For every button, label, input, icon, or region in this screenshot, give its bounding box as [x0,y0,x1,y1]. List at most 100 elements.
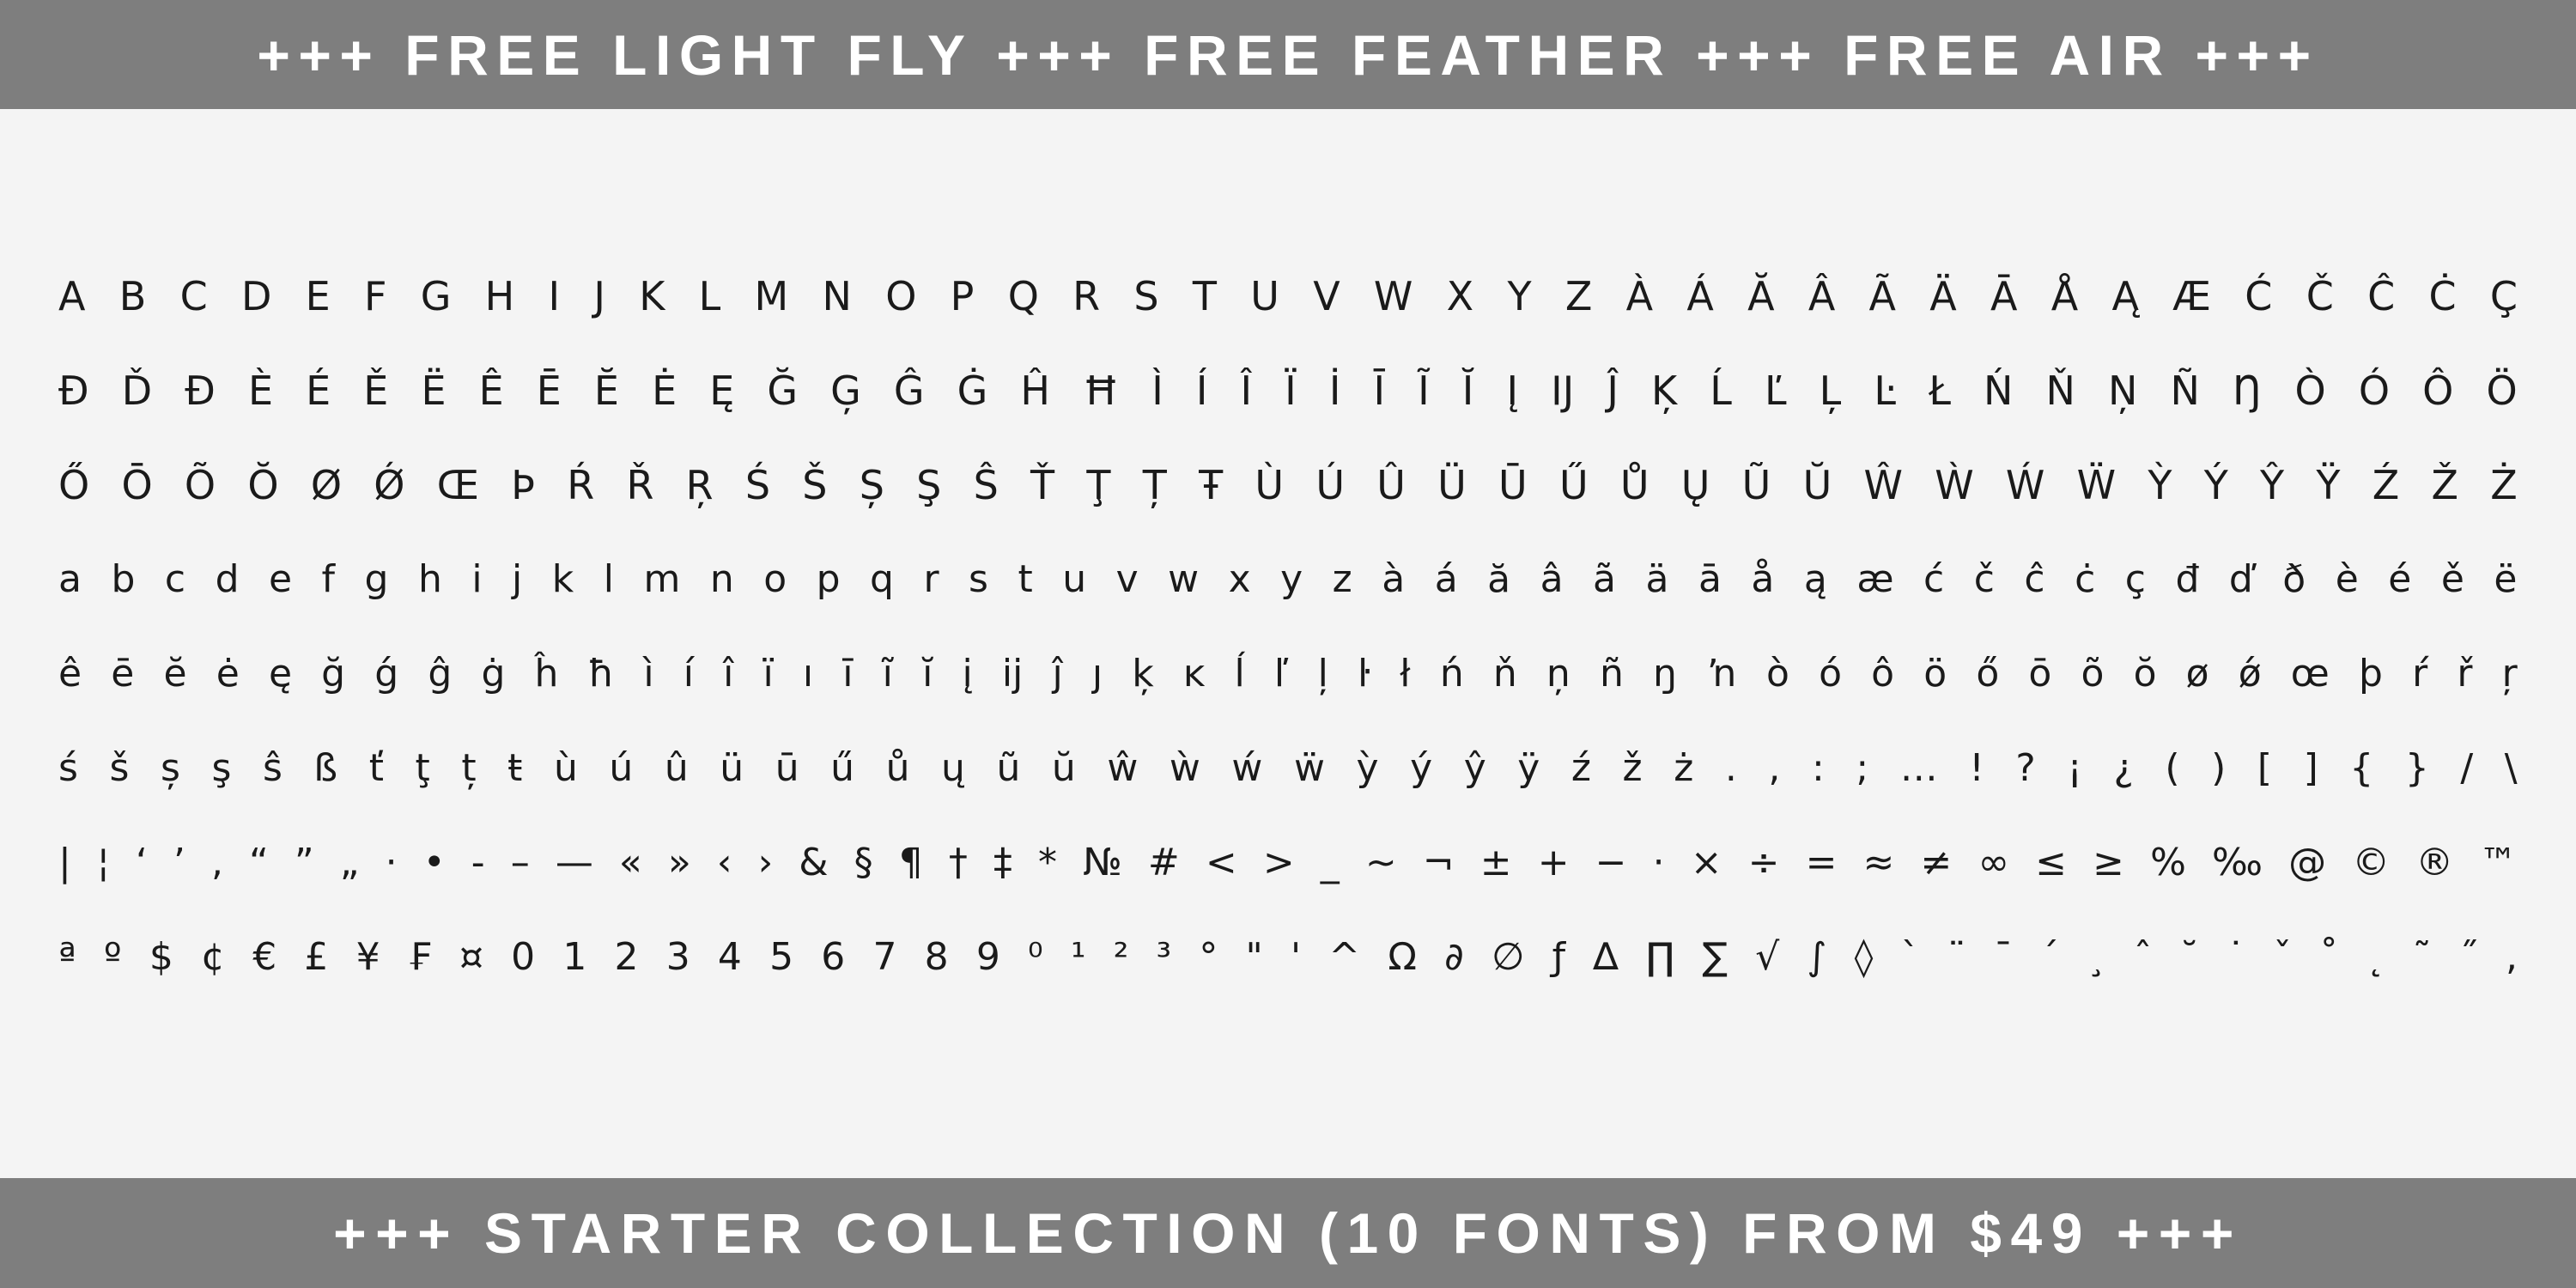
glyph: Į [1506,368,1519,414]
glyph-row-uppercase-1: ABCDEFGHIJKLMNOPQRSTUVWXYZÀÁĂÂÃÄĀÅĄÆĆČĈĊ… [58,258,2518,335]
glyph: £ [304,935,329,979]
glyph: Q [1007,273,1039,319]
glyph: Ì [1151,368,1163,414]
glyph: ∞ [1978,841,2010,884]
glyph: ỳ [1356,746,1379,790]
glyph: Ā [1990,273,2018,319]
glyph: w [1168,557,1200,601]
glyph: € [252,935,277,979]
glyph-row-uppercase-2: ÐĎĐÈÉĚËÊĒĔĖĘĞĢĜĠĤĦÌÍÎÏİĪĨĬĮĲĴĶĹĽĻĿŁŃŇŅÑŊ… [58,352,2518,429]
glyph: ÷ [1747,841,1780,884]
glyph: œ [2290,652,2330,696]
glyph: i [471,557,483,601]
glyph: Ï [1285,368,1297,414]
glyph: § [854,841,873,884]
glyph: Ĉ [2367,273,2396,319]
glyph: ã [1593,557,1617,601]
glyph: ń [1439,652,1464,696]
glyph: ē [111,652,135,696]
glyph: Ļ [1819,368,1842,414]
glyph: Á [1686,273,1714,319]
glyph: ş [211,746,232,790]
glyph: Ź [2372,462,2400,508]
glyph: ( [2165,746,2180,790]
glyph: Ü [1437,462,1467,508]
glyph: ¡ [2067,746,2082,790]
glyph: ; [1856,746,1869,790]
glyph-row-uppercase-3: ŐŌÕŎØǾŒÞŔŘŖŚŠȘŞŜŤŢȚŦÙÚÛÜŪŰŮŲŨŬŴẀẂẄỲÝŶŸŹŽ… [58,447,2518,524]
glyph-row-lowercase-3: ś š ș ş ŝ ß ť ţ ț ŧ ù ú û ü ū ű ů ų ũ ŭ ŵ ẁ ẃ ẅ ỳ ý ŷ ÿ ź ž ż.,:; …!? ¡ ¿… [58,730,2518,807]
glyph: L [698,273,721,319]
glyph: E [305,273,331,319]
glyph: ā [1698,557,1722,601]
glyph: ¯ [1993,935,2013,979]
glyph-row-punctuation: | ¦ ‘’, “” „ · • - – — «» ‹ › & § ¶ † ‡ * № # < > _ ~ ¬ ± + − · × ÷ = ≈ ≠ ∞… [58,824,2518,902]
glyph: √ [1755,935,1780,979]
glyph: ł [1400,652,1411,696]
glyph: ÿ [1517,746,1540,790]
glyph: d [215,557,240,601]
glyph: b [111,557,136,601]
glyph: ≤ [2035,841,2068,884]
glyph: Ẅ [2076,462,2117,508]
glyph: Ŧ [1199,462,1224,508]
glyph: » [667,841,691,884]
glyph: ‹ [716,841,732,884]
glyph: B [118,273,147,319]
glyph: ∏ [1645,935,1675,979]
glyph: ² [1113,935,1129,979]
glyph: Ģ [830,368,861,414]
glyph: Ĳ [1551,368,1575,414]
glyph: x [1228,557,1251,601]
glyph: Ă [1747,273,1775,319]
glyph: ˛ [2366,935,2385,979]
glyph: H [484,273,515,319]
glyph: Ě [363,368,389,414]
glyph: ˇ [2273,935,2293,979]
glyph: ∂ [1444,935,1464,979]
glyph: Â [1807,273,1836,319]
glyph: h [417,557,442,601]
glyph: ] [2303,746,2318,790]
glyph: Ů [1619,462,1649,508]
glyph: ȷ [1091,652,1103,696]
glyph: ũ [996,746,1021,790]
glyph: Ň [2045,368,2075,414]
glyph: ě [2440,557,2464,601]
glyph: ħ [587,652,615,696]
glyph: Ț [1142,462,1167,508]
glyph: Ŕ [567,462,595,508]
glyph: Ê [478,368,504,414]
glyph: ¢ [201,935,226,979]
glyph: Ẃ [2005,462,2045,508]
glyph: î [723,652,734,696]
glyph: Ų [1680,462,1710,508]
glyph: Ľ [1764,368,1787,414]
glyph: Ē [536,368,562,414]
glyph: ≥ [2093,841,2125,884]
glyph: ø [2185,652,2209,696]
glyph: T [1192,273,1217,319]
glyph: ď [2228,557,2253,601]
glyph: " [1245,935,1263,979]
glyph: õ [2081,652,2105,696]
glyph: Ũ [1741,462,1771,508]
glyph: É [306,368,331,414]
glyph: ∫ [1807,935,1827,979]
glyph: ⁰ [1028,935,1043,979]
glyph: 3 [665,935,690,979]
glyph: Ë [421,368,447,414]
glyph: ẁ [1169,746,1200,790]
glyph: Ł [1929,368,1951,414]
glyph: ŉ [1706,652,1737,696]
glyph: ğ [321,652,346,696]
glyph: ™ [2479,841,2518,884]
glyph: ‡ [993,841,1012,884]
glyph: ˚ [2319,935,2339,979]
glyph: ´ [2040,935,2060,979]
glyph: > [1262,841,1295,884]
glyph: = [1805,841,1838,884]
glyph: ć [1923,557,1945,601]
glyph: ^ [1328,935,1361,979]
glyph: | [58,841,71,884]
